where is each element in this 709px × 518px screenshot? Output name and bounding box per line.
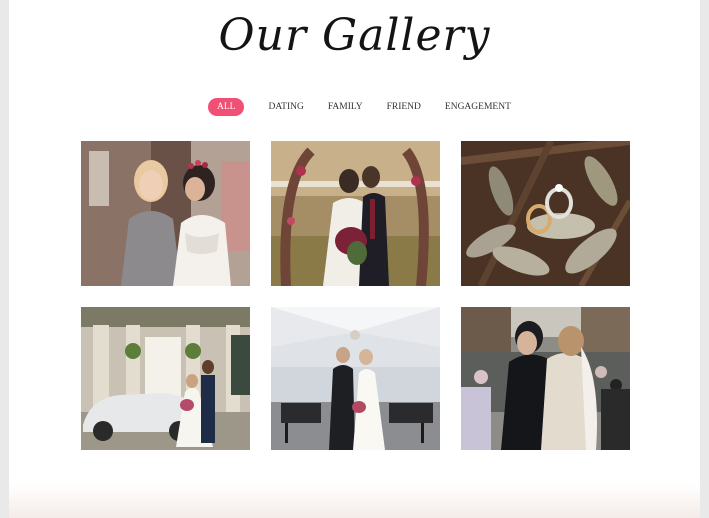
filter-dating[interactable]: DATING	[256, 98, 315, 116]
photo-image	[81, 141, 250, 286]
photo-image	[461, 141, 630, 286]
page-title: Our Gallery	[218, 10, 491, 61]
filter-friend[interactable]: FRIEND	[375, 98, 433, 116]
photo-image	[461, 307, 630, 450]
photo-image	[271, 141, 440, 286]
photo-image	[81, 307, 250, 450]
filter-all[interactable]: ALL	[208, 98, 245, 116]
gallery-photo-rings-succulent[interactable]	[461, 141, 630, 286]
photo-image	[271, 307, 440, 450]
filter-engagement[interactable]: ENGAGEMENT	[433, 98, 523, 116]
filter-family[interactable]: FAMILY	[316, 98, 375, 116]
gallery-photo-couple-floral-arch[interactable]	[271, 141, 440, 286]
gallery-page: Our Gallery ALL DATING FAMILY FRIEND ENG…	[9, 0, 700, 518]
gallery-photo-couple-tent[interactable]	[271, 307, 440, 450]
gallery-photo-couple-vintage-car[interactable]	[81, 307, 250, 450]
gallery-photo-couple-embrace[interactable]	[461, 307, 630, 450]
gallery-photo-bride-bridesmaid[interactable]	[81, 141, 250, 286]
gallery-filter-bar: ALL DATING FAMILY FRIEND ENGAGEMENT	[208, 98, 523, 116]
footer-fade	[9, 484, 700, 518]
photo-grid	[81, 141, 630, 450]
